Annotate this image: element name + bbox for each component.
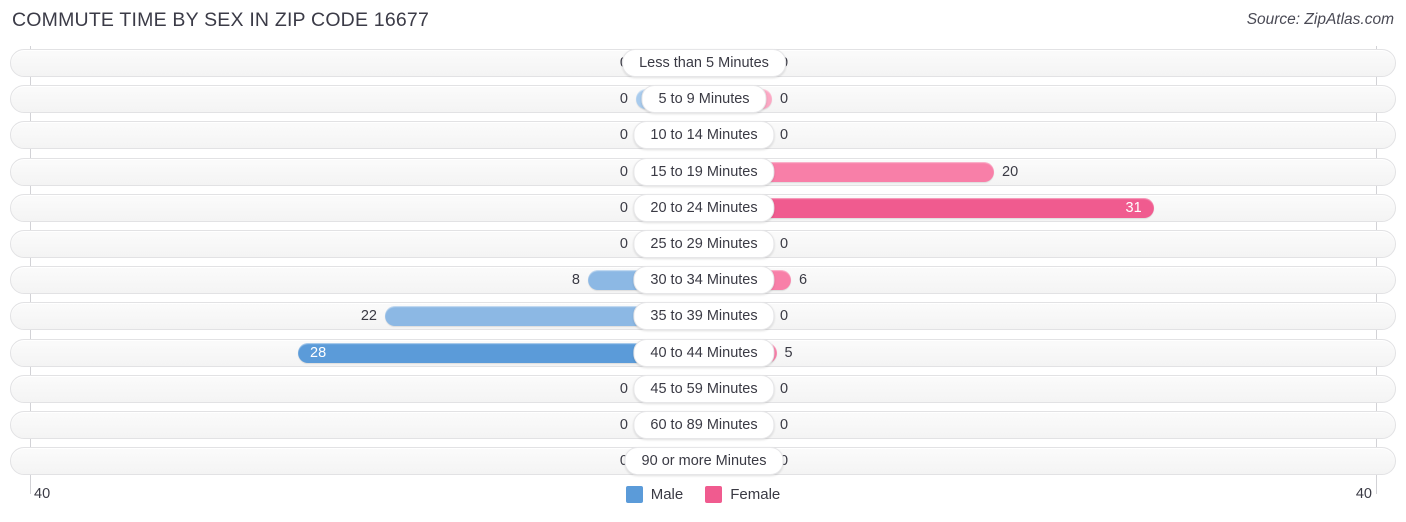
- chart-header: COMMUTE TIME BY SEX IN ZIP CODE 16677 So…: [0, 0, 1406, 42]
- bar-row[interactable]: 0 0 5 to 9 Minutes: [10, 85, 1396, 114]
- bar-row[interactable]: 0 20 15 to 19 Minutes: [10, 157, 1396, 186]
- category-label-pill: 60 to 89 Minutes: [633, 411, 775, 439]
- bar-row[interactable]: 8 6 30 to 34 Minutes: [10, 266, 1396, 295]
- bar-value-female: 20: [1002, 163, 1019, 180]
- bar-value-male: 0: [619, 127, 628, 144]
- bar-value-male: 0: [619, 417, 628, 433]
- bar-value-female: 0: [780, 417, 789, 433]
- bar-value-female: 0: [780, 308, 789, 325]
- source-attribution: Source: ZipAtlas.com: [1246, 11, 1394, 28]
- bar-value-male: 22: [360, 308, 377, 325]
- bar-value-male: 0: [619, 91, 628, 108]
- category-label-pill: 5 to 9 Minutes: [641, 85, 767, 114]
- category-label-pill: 35 to 39 Minutes: [633, 302, 775, 331]
- bar-row[interactable]: 00Less than 5 Minutes: [10, 49, 1396, 77]
- bar-row[interactable]: 0 0 45 to 59 Minutes: [10, 374, 1396, 403]
- bar-value-male: 8: [571, 272, 580, 289]
- bar-value-male: 0: [619, 380, 628, 397]
- chart-legend: Male Female: [0, 486, 1406, 503]
- category-label-pill: 40 to 44 Minutes: [633, 338, 775, 367]
- bar-row[interactable]: 22 0 35 to 39 Minutes: [10, 302, 1396, 331]
- category-label-pill: 10 to 14 Minutes: [633, 121, 775, 150]
- bar-value-female: 0: [780, 236, 789, 252]
- chart-footer: 40 40 Male Female: [0, 480, 1406, 522]
- page-title: COMMUTE TIME BY SEX IN ZIP CODE 16677: [12, 9, 430, 31]
- bar-value-female: 31: [1125, 199, 1142, 216]
- bar-row[interactable]: 0 0 10 to 14 Minutes: [10, 121, 1396, 150]
- legend-item-female[interactable]: Female: [705, 486, 780, 503]
- bar-value-female: 0: [780, 380, 789, 397]
- bar-value-female: 0: [780, 127, 789, 144]
- bar-value-female: 0: [780, 91, 789, 108]
- category-label-pill: 20 to 24 Minutes: [633, 193, 775, 222]
- legend-swatch-female-icon: [705, 486, 723, 503]
- bar-value-female: 6: [799, 272, 808, 289]
- category-label-pill: 25 to 29 Minutes: [633, 230, 775, 258]
- chart-plot-area: 00Less than 5 Minutes005 to 9 Minutes001…: [0, 46, 1406, 480]
- bar-value-male: 0: [619, 199, 628, 216]
- bar-row[interactable]: 0 31 20 to 24 Minutes: [10, 193, 1396, 222]
- bar-value-female: 5: [784, 344, 793, 361]
- category-label-pill: Less than 5 Minutes: [622, 49, 786, 77]
- category-label-pill: 45 to 59 Minutes: [633, 374, 775, 403]
- legend-swatch-male-icon: [625, 486, 643, 503]
- bar-row[interactable]: 0 0 25 to 29 Minutes: [10, 230, 1396, 258]
- bar-row[interactable]: 28 5 40 to 44 Minutes: [10, 338, 1396, 367]
- category-label-pill: 90 or more Minutes: [624, 447, 784, 476]
- bar-rows-container: 00Less than 5 Minutes005 to 9 Minutes001…: [0, 46, 1406, 480]
- legend-item-male[interactable]: Male: [625, 486, 684, 503]
- bar-row[interactable]: 0090 or more Minutes: [10, 447, 1396, 476]
- category-label-pill: 15 to 19 Minutes: [633, 157, 775, 186]
- bar-value-male: 0: [619, 163, 628, 180]
- bar-value-male: 0: [619, 236, 628, 252]
- bar-value-male: 28: [310, 344, 327, 361]
- bar-row[interactable]: 0 0 60 to 89 Minutes: [10, 411, 1396, 439]
- legend-label-male: Male: [650, 486, 684, 503]
- category-label-pill: 30 to 34 Minutes: [633, 266, 775, 295]
- legend-label-female: Female: [730, 486, 781, 503]
